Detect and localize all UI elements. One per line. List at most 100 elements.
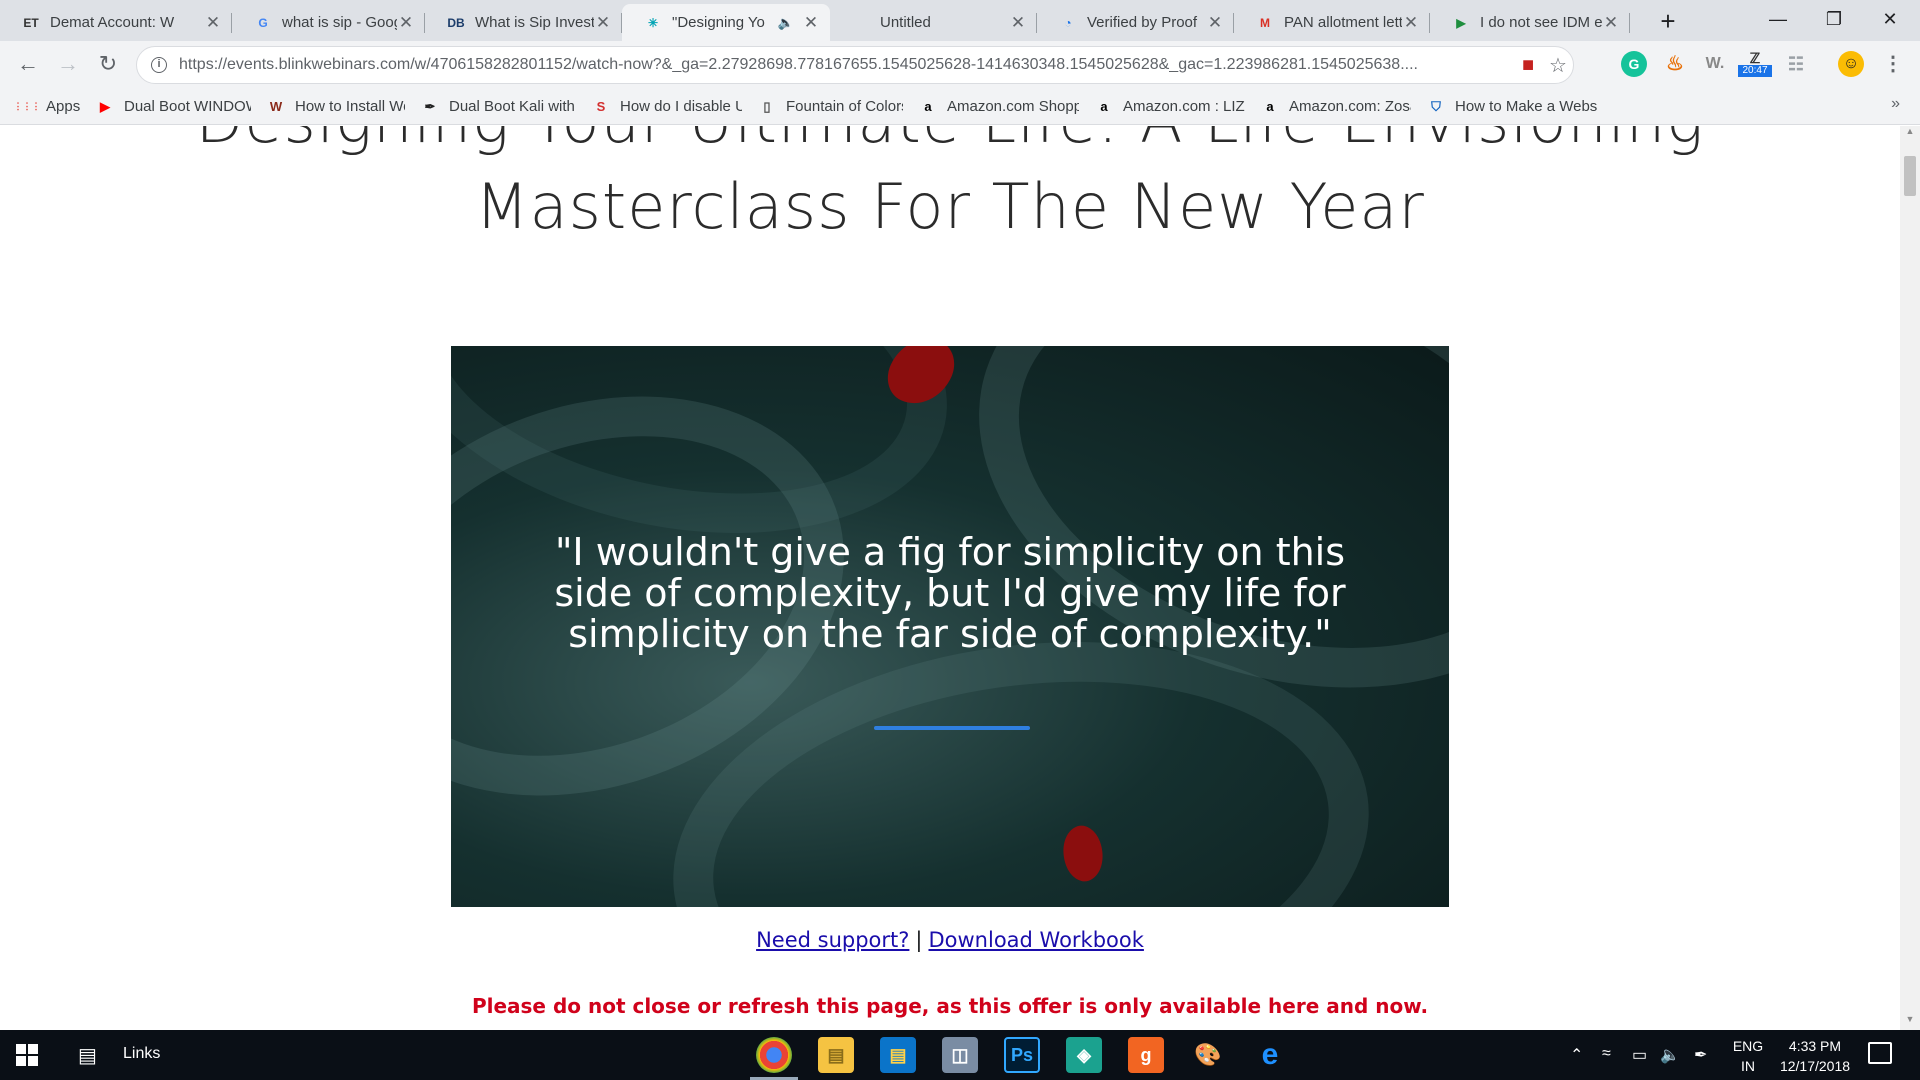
photoshop-icon[interactable]: Ps [1004, 1037, 1040, 1073]
kali-icon: ✒ [424, 98, 436, 114]
back-button[interactable]: ← [12, 49, 44, 81]
profile-avatar-icon[interactable]: ☺ [1838, 51, 1864, 77]
browser-tab[interactable]: Gwhat is sip - Googl ✕ [232, 4, 425, 41]
tab-title: What is Sip Investr [475, 14, 594, 31]
bookmark-star-icon[interactable]: ☆ [1543, 53, 1573, 78]
bookmark-label: Amazon.com: Zosam [1289, 98, 1411, 115]
browser-tab[interactable]: DB What is Sip Investr ✕ [425, 4, 622, 41]
bookmark-label: Dual Boot Kali with W [449, 98, 576, 115]
play-icon: ▶ [1456, 15, 1466, 30]
tab-title: I do not see IDM e [1480, 14, 1602, 31]
new-tab-button[interactable]: + [1652, 6, 1684, 38]
close-tab-icon[interactable]: ✕ [1206, 13, 1224, 33]
bookmark-label: Amazon.com : LIZVIE [1123, 98, 1245, 115]
browser-tab[interactable]: Untitled ✕ [830, 4, 1037, 41]
bookmark-label: How to Make a Webs [1455, 98, 1597, 115]
close-tab-icon[interactable]: ✕ [204, 13, 222, 33]
browser-tab[interactable]: ◔ Verified by Proof ✕ [1037, 4, 1234, 41]
browser-tab[interactable]: ▶ I do not see IDM e ✕ [1430, 4, 1630, 41]
close-tab-icon[interactable]: ✕ [594, 13, 612, 33]
chrome-menu-icon[interactable]: ⋮ [1880, 51, 1906, 77]
pen-workspace-icon[interactable]: ✒ [1694, 1045, 1707, 1065]
g-app-icon[interactable]: g [1128, 1037, 1164, 1073]
browser-toolbar: ← → ↻ i https://events.blinkwebinars.com… [0, 41, 1920, 89]
timer-extension-icon[interactable]: ℤ 20:47 [1738, 51, 1772, 77]
chrome-taskbar-icon[interactable] [750, 1037, 798, 1080]
blank-icon [852, 14, 870, 32]
fire-extension-icon[interactable]: ♨ [1662, 51, 1688, 77]
translate-extension-icon[interactable]: ☷ [1783, 51, 1809, 77]
browser-tab[interactable]: ET Demat Account: W ✕ [0, 4, 232, 41]
need-support-link[interactable]: Need support? [756, 928, 909, 952]
address-bar[interactable]: i https://events.blinkwebinars.com/w/470… [136, 46, 1574, 84]
show-hidden-icons[interactable]: ⌃ [1570, 1045, 1583, 1065]
download-workbook-link[interactable]: Download Workbook [928, 928, 1143, 952]
bookmark-item[interactable]: ⋮⋮⋮ Apps [14, 93, 81, 121]
page-title-line-1: Designing Your Ultimate Life: A Life Env… [0, 126, 1900, 157]
bookmark-item[interactable]: S How do I disable UEF [592, 93, 742, 121]
video-player[interactable]: "I wouldn't give a fig for simplicity on… [451, 346, 1449, 907]
battery-icon[interactable]: ▭ [1632, 1045, 1647, 1065]
proof-icon: ◔ [1064, 15, 1072, 30]
bookmark-item[interactable]: a Amazon.com : LIZVIE [1095, 93, 1245, 121]
forward-button[interactable]: → [52, 49, 84, 81]
bookmark-item[interactable]: a Amazon.com Shoppi [919, 93, 1079, 121]
bookmark-label: How do I disable UEF [620, 98, 742, 115]
action-center-icon[interactable] [1868, 1042, 1892, 1064]
minimize-button[interactable]: — [1750, 0, 1806, 40]
browser-tab[interactable]: M PAN allotment lett ✕ [1234, 4, 1430, 41]
wordtune-icon[interactable]: W. [1702, 51, 1728, 77]
scroll-up-icon[interactable]: ▲ [1900, 126, 1920, 142]
scroll-down-icon[interactable]: ▼ [1900, 1014, 1920, 1030]
bookmark-label: Fountain of Colors, d [786, 98, 903, 115]
gmail-icon: M [1260, 15, 1270, 30]
bookmark-item[interactable]: ▶ Dual Boot WINDOWS [96, 93, 251, 121]
wifi-icon[interactable]: ≈ [1602, 1045, 1611, 1063]
close-tab-icon[interactable]: ✕ [1009, 13, 1027, 33]
links-toolbar[interactable]: Links [123, 1045, 160, 1063]
amazon-icon: a [1266, 99, 1274, 114]
clock-time: 4:33 PM [1788, 1038, 1842, 1054]
google-icon: G [258, 15, 268, 30]
site-info-icon[interactable]: i [151, 57, 167, 73]
amazon-icon: a [1100, 99, 1108, 114]
audio-playing-icon[interactable]: 🔈 [778, 15, 794, 31]
page-scrollbar[interactable]: ▲ ▼ [1900, 126, 1920, 1030]
file-explorer-icon[interactable]: ▤ [818, 1037, 854, 1073]
restore-button[interactable]: ❐ [1806, 0, 1862, 40]
grammarly-icon[interactable]: G [1621, 51, 1647, 77]
close-tab-icon[interactable]: ✕ [397, 13, 415, 33]
task-view-icon[interactable]: ▤ [78, 1043, 97, 1068]
bookmark-item[interactable]: ⛉ How to Make a Webs [1427, 93, 1597, 121]
bookmark-label: Amazon.com Shoppi [947, 98, 1079, 115]
close-tab-icon[interactable]: ✕ [1602, 13, 1620, 33]
close-tab-icon[interactable]: ✕ [802, 13, 820, 33]
bookmark-item[interactable]: W How to Install WordP [267, 93, 405, 121]
bookmarks-overflow-icon[interactable]: » [1891, 95, 1900, 113]
sway-app-icon[interactable]: ◈ [1066, 1037, 1102, 1073]
quote-underline [874, 726, 1030, 730]
tab-title: Verified by Proof [1087, 14, 1198, 31]
scroll-thumb[interactable] [1904, 156, 1916, 196]
bookmarks-bar: ⋮⋮⋮ Apps ▶ Dual Boot WINDOWS W How to Install… [0, 89, 1920, 125]
blocked-popup-icon[interactable]: ■ [1513, 54, 1543, 77]
remote-desktop-icon[interactable]: ◫ [942, 1037, 978, 1073]
bookmark-item[interactable]: ✒ Dual Boot Kali with W [421, 93, 576, 121]
paint-icon[interactable]: 🎨 [1190, 1037, 1226, 1073]
volume-icon[interactable]: 🔈 [1660, 1045, 1680, 1065]
reload-button[interactable]: ↻ [92, 49, 124, 81]
edge-browser-icon[interactable]: e [1252, 1037, 1288, 1073]
browser-tab[interactable]: ✳ "Designing Yo 🔈 ✕ [622, 4, 830, 41]
tab-strip: ET Demat Account: W ✕ Gwhat is sip - Googl ✕… [0, 0, 1920, 41]
bookmark-item[interactable]: ▯ Fountain of Colors, d [758, 93, 903, 121]
tab-title: PAN allotment lett [1284, 14, 1402, 31]
tab-title: Demat Account: W [50, 14, 175, 31]
close-tab-icon[interactable]: ✕ [1402, 13, 1420, 33]
db-icon: DB [447, 15, 465, 30]
outlook-icon[interactable]: ▤ [880, 1037, 916, 1073]
system-clock[interactable]: 4:33 PM 12/17/2018 [1760, 1036, 1870, 1076]
windows-start-icon[interactable] [16, 1044, 38, 1066]
windows-taskbar: ▤ Links ▤ ▤ ◫ Ps ◈ g 🎨 e ⌃ ≈ ▭ 🔈 ✒ ENG I… [0, 1030, 1920, 1080]
bookmark-item[interactable]: a Amazon.com: Zosam [1261, 93, 1411, 121]
close-window-button[interactable]: ✕ [1862, 0, 1918, 40]
